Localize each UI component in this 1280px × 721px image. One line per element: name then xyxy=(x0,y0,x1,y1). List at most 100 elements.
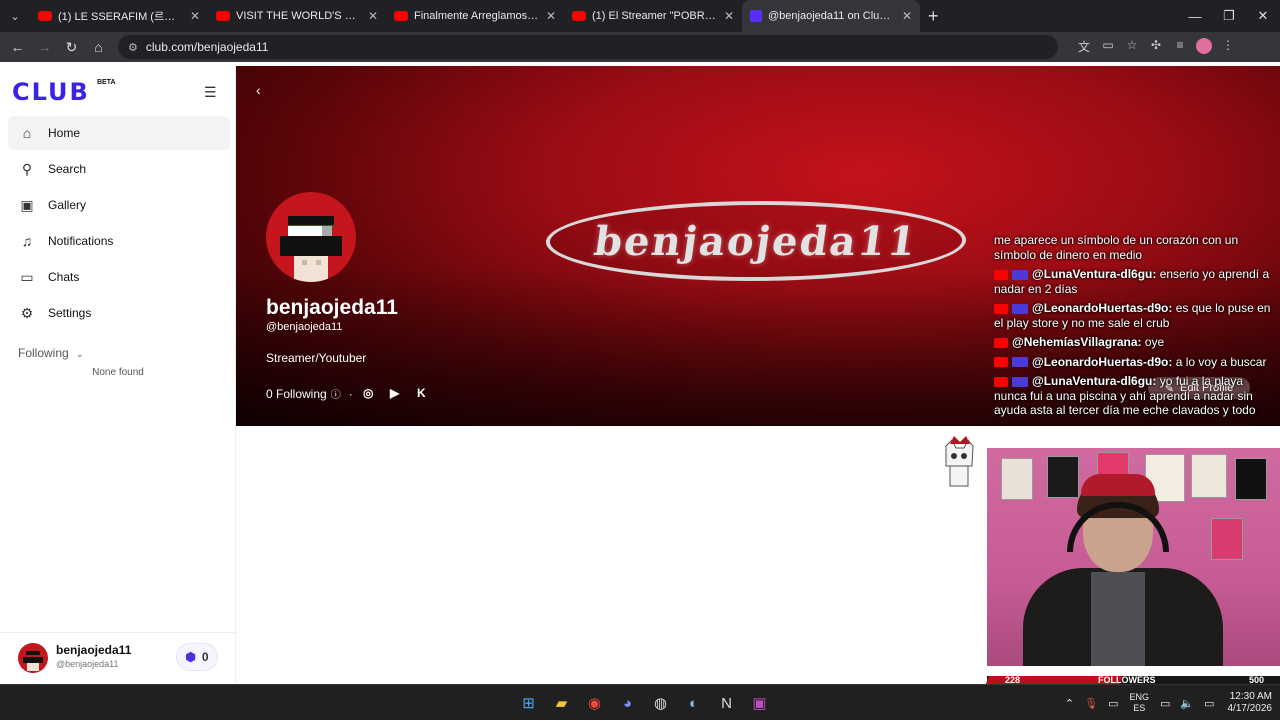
stream-chat-overlay: me aparece un símbolo de un corazón con … xyxy=(994,233,1274,423)
lang-bottom: ES xyxy=(1133,703,1146,713)
microphone-icon[interactable]: 🎙 xyxy=(1084,697,1098,710)
chat-author: @LeonardoHuertas-d9o: xyxy=(1032,301,1173,315)
clock-date: 4/17/2026 xyxy=(1227,703,1273,714)
media-icon[interactable]: ≡ xyxy=(1168,38,1192,57)
chat-message: me aparece un símbolo de un corazón con … xyxy=(994,233,1274,262)
translate-icon[interactable]: 文 xyxy=(1072,38,1096,57)
sidebar-item-gallery[interactable]: ▣ Gallery xyxy=(8,188,230,222)
following-label: Following xyxy=(18,346,69,360)
site-info-icon[interactable]: ⚙ xyxy=(128,41,138,54)
more-menu-icon[interactable]: ⋮ xyxy=(1216,38,1240,57)
sidebar-item-settings[interactable]: ⚙ Settings xyxy=(8,296,230,330)
browser-tab[interactable]: VISIT THE WORLD'S MOST HUM ✕ xyxy=(208,0,386,32)
home-icon: ⌂ xyxy=(22,125,32,141)
tray-chevron-up-icon[interactable]: ⌃ xyxy=(1065,697,1074,710)
sidebar-item-label: Settings xyxy=(48,306,92,320)
browser-tab[interactable]: (1) El Streamer "POBRE" Más M ✕ xyxy=(564,0,742,32)
cast-icon[interactable]: ▭ xyxy=(1096,38,1120,57)
tab-search-chevron-icon[interactable]: ⌄ xyxy=(0,0,30,32)
user-avatar[interactable] xyxy=(18,643,48,673)
tab-title: Finalmente Arreglamos La Casa xyxy=(414,10,540,22)
address-bar[interactable]: ⚙ club.com/benjaojeda11 xyxy=(118,35,1058,59)
cat-sticker xyxy=(940,436,978,488)
hamburger-menu-icon[interactable]: ☰ xyxy=(204,84,217,101)
sidebar-item-notifications[interactable]: ♫ Notifications xyxy=(8,224,230,258)
app-icon[interactable]: ▣ xyxy=(743,685,776,721)
close-tab-icon[interactable]: ✕ xyxy=(546,9,556,23)
sidebar-item-chats[interactable]: ▭ Chats xyxy=(8,260,230,294)
network-icon[interactable]: ▭ xyxy=(1160,697,1170,710)
current-user-card[interactable]: benjaojeda11 @benjaojeda11 ⬢ 0 xyxy=(0,632,236,684)
profile-avatar[interactable] xyxy=(266,192,356,282)
following-count[interactable]: 0 Following ⓘ · xyxy=(266,386,353,402)
club-logo[interactable]: CLUB xyxy=(12,78,90,106)
webcam-overlay xyxy=(987,448,1280,666)
youtube-badge-icon xyxy=(994,337,1008,348)
chat-message: @LeonardoHuertas-d9o: a lo voy a buscar xyxy=(994,355,1274,370)
extensions-icon[interactable]: ✣ xyxy=(1144,38,1168,57)
youtube-favicon-icon xyxy=(394,11,408,21)
battery-icon[interactable]: ▭ xyxy=(1204,697,1214,710)
close-tab-icon[interactable]: ✕ xyxy=(902,9,912,23)
clock[interactable]: 12:30 AM 4/17/2026 xyxy=(1228,691,1273,715)
chat-text: a lo voy a buscar xyxy=(1172,354,1267,369)
profile-name: benjaojeda11 xyxy=(266,296,398,319)
window-controls: — ❐ ✕ xyxy=(1178,0,1280,32)
close-tab-icon[interactable]: ✕ xyxy=(724,9,734,23)
windows-start-icon[interactable]: ⊞ xyxy=(512,685,545,721)
coins-badge[interactable]: ⬢ 0 xyxy=(176,643,218,671)
banner-logo: benjaojeda11 xyxy=(540,201,972,281)
beta-tag: BETA xyxy=(97,79,116,86)
banner-logo-text: benjaojeda11 xyxy=(591,217,921,265)
maximize-icon[interactable]: ❐ xyxy=(1212,0,1246,32)
search-icon: ⚲ xyxy=(21,160,33,177)
browser-tab[interactable]: Finalmente Arreglamos La Casa ✕ xyxy=(386,0,564,32)
profile-avatar-icon[interactable] xyxy=(1192,37,1216,57)
volume-icon[interactable]: 🔈 xyxy=(1180,697,1194,710)
following-toggle[interactable]: Following ⌄ xyxy=(18,346,84,360)
browser-tab[interactable]: @benjaojeda11 on Club.com ✕ xyxy=(742,0,920,32)
chrome-icon[interactable]: ◉ xyxy=(578,685,611,721)
tray-app-icon[interactable]: ▭ xyxy=(1108,697,1118,710)
sidebar-item-label: Chats xyxy=(48,270,80,284)
close-tab-icon[interactable]: ✕ xyxy=(190,9,200,23)
windows-taskbar: ⊞ ▰ ◉ ◕ ◍ ◐ N ▣ ⌃ 🎙 ▭ ENG ES ▭ 🔈 ▭ 12:30… xyxy=(0,684,1280,720)
reload-icon[interactable]: ↻ xyxy=(58,39,85,56)
youtube-badge-icon xyxy=(994,376,1008,387)
home-browser-icon[interactable]: ⌂ xyxy=(85,39,112,55)
instagram-icon[interactable]: ◎ xyxy=(363,386,373,400)
back-icon[interactable]: ← xyxy=(4,39,31,55)
forward-icon[interactable]: → xyxy=(31,39,58,55)
bookmark-star-icon[interactable]: ☆ xyxy=(1120,38,1144,57)
back-chevron-icon[interactable]: ‹ xyxy=(256,82,261,98)
discord-icon[interactable]: ◕ xyxy=(611,685,644,721)
kick-icon[interactable]: K xyxy=(417,386,426,400)
browser-tab[interactable]: (1) LE SSERAFIM (르세라핌) 'Co ✕ xyxy=(30,0,208,32)
chat-message: @LunaVentura-dl6gu: enserio yo aprendí a… xyxy=(994,267,1274,296)
steam-icon[interactable]: ◐ xyxy=(677,685,710,721)
language-indicator[interactable]: ENG ES xyxy=(1129,692,1149,714)
chat-message: @LunaVentura-dl6gu: yo fui a la playa nu… xyxy=(994,374,1274,418)
chat-message: @LeonardoHuertas-d9o: es que lo puse en … xyxy=(994,301,1274,330)
close-window-icon[interactable]: ✕ xyxy=(1246,0,1280,32)
minimize-icon[interactable]: — xyxy=(1178,0,1212,32)
notion-icon[interactable]: N xyxy=(710,685,743,721)
sidebar-item-home[interactable]: ⌂ Home xyxy=(8,116,230,150)
sidebar-item-label: Search xyxy=(48,162,87,176)
file-explorer-icon[interactable]: ▰ xyxy=(545,685,578,721)
info-icon[interactable]: ⓘ xyxy=(331,386,341,401)
sidebar-item-label: Home xyxy=(48,126,81,140)
profile-bio: Streamer/Youtuber xyxy=(266,351,367,365)
sidebar-item-search[interactable]: ⚲ Search xyxy=(8,152,230,186)
youtube-icon[interactable]: ▶ xyxy=(390,386,399,400)
clock-time: 12:30 AM xyxy=(1229,691,1272,702)
browser-tab-bar: ⌄ (1) LE SSERAFIM (르세라핌) 'Co✕VISIT THE W… xyxy=(0,0,1280,32)
chat-author: @LunaVentura-dl6gu: xyxy=(1032,374,1157,388)
youtube-badge-icon xyxy=(994,303,1008,314)
member-badge-icon xyxy=(1012,269,1028,280)
obs-icon[interactable]: ◍ xyxy=(644,685,677,721)
following-count-label: 0 Following xyxy=(266,386,327,401)
close-tab-icon[interactable]: ✕ xyxy=(368,9,378,23)
chat-author: @LunaVentura-dl6gu: xyxy=(1032,267,1157,281)
new-tab-button[interactable]: + xyxy=(928,6,939,27)
